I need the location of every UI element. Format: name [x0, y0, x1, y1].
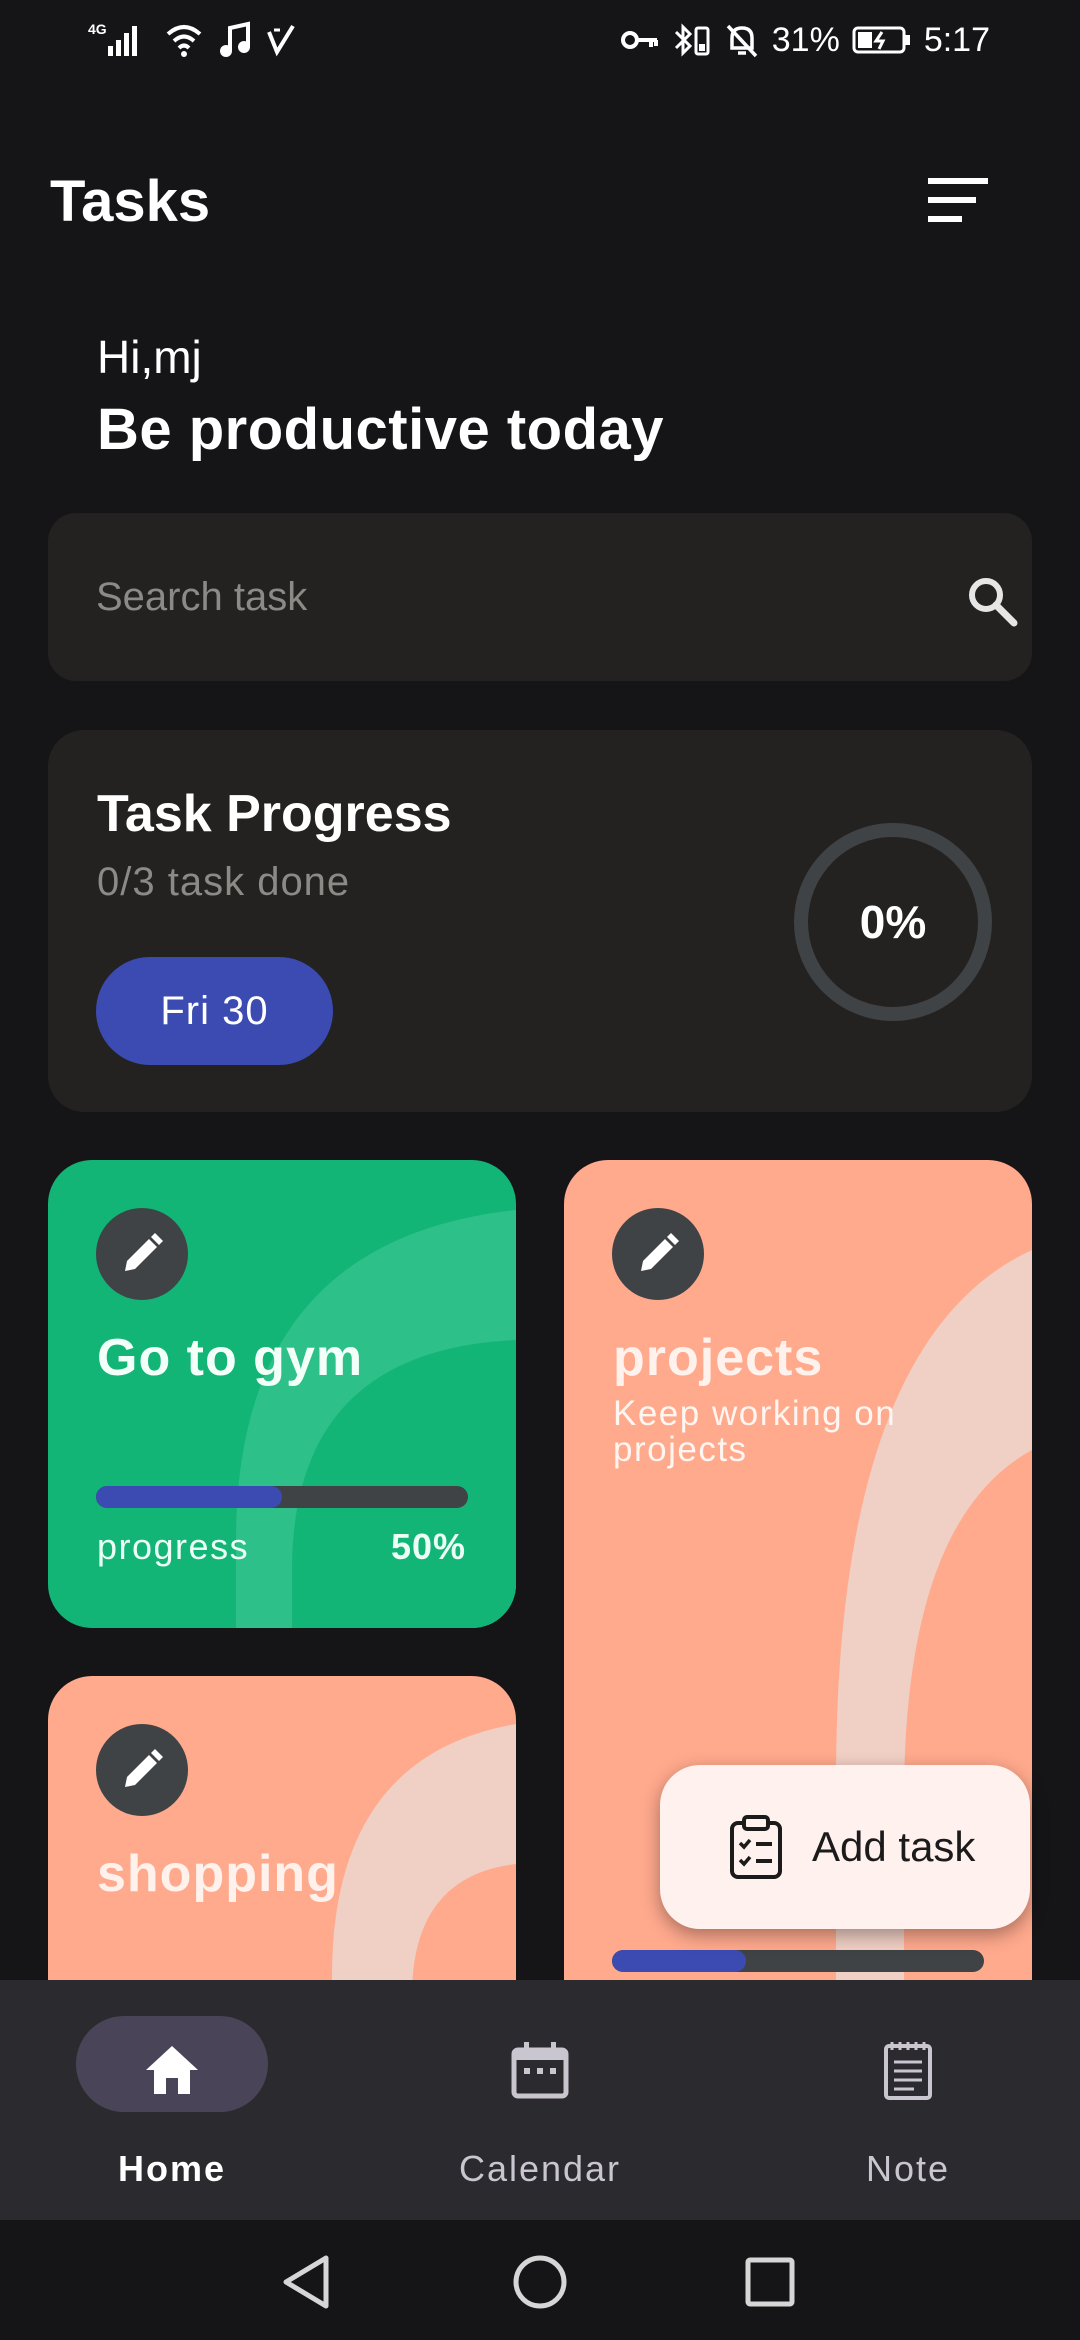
mute-bell-icon — [726, 24, 758, 58]
pencil-icon — [125, 1749, 163, 1787]
note-icon — [884, 2042, 932, 2100]
home-icon — [146, 2046, 198, 2094]
battery-charging-icon — [852, 26, 910, 54]
nav-label-calendar: Calendar — [458, 2148, 622, 2189]
task-progress-bar — [612, 1950, 984, 1972]
recents-icon[interactable] — [738, 2250, 802, 2314]
progress-label: progress — [97, 1526, 250, 1567]
system-navigation-bar — [0, 2220, 1080, 2340]
task-card-gym[interactable]: Go to gym progress 50% — [48, 1160, 516, 1628]
pencil-icon — [125, 1233, 163, 1271]
music-icon — [220, 21, 250, 57]
status-bar: 4G 31% 5:17 — [0, 0, 1080, 80]
nav-label-note: Note — [865, 2148, 951, 2189]
search-icon[interactable] — [960, 569, 1024, 633]
back-icon[interactable] — [276, 2250, 340, 2314]
progress-value: 50% — [390, 1526, 466, 1567]
add-task-button[interactable]: Add task — [660, 1765, 1030, 1929]
progress-percent: 0% — [859, 896, 927, 948]
bottom-navigation: Home Calendar Note — [0, 1980, 1080, 2220]
nav-item-note[interactable]: Note — [758, 1980, 1058, 2220]
nav-item-calendar[interactable]: Calendar — [390, 1980, 690, 2220]
sort-menu-icon — [928, 178, 988, 222]
clipboard-checklist-icon — [730, 1815, 782, 1879]
add-task-label: Add task — [812, 1823, 976, 1870]
search-input[interactable] — [96, 513, 896, 681]
headline-text: Be productive today — [97, 397, 665, 462]
bluetooth-battery-icon — [674, 23, 710, 57]
task-title: projects — [613, 1329, 824, 1387]
battery-percent: 31% — [771, 20, 840, 59]
pencil-icon — [641, 1233, 679, 1271]
greeting-text: Hi,mj — [97, 331, 202, 383]
search-bar[interactable] — [48, 513, 1032, 681]
clock: 5:17 — [923, 20, 990, 59]
status-left: 4G — [88, 20, 296, 60]
progress-title: Task Progress — [97, 785, 452, 843]
sort-menu-button[interactable] — [916, 168, 996, 232]
task-title: Go to gym — [97, 1329, 364, 1387]
task-progress-fill — [612, 1950, 746, 1972]
vpn-key-icon — [620, 31, 658, 49]
signal-icon: 4G — [88, 21, 137, 56]
app-notification-icon — [267, 24, 295, 57]
svg-text:4G: 4G — [88, 21, 107, 37]
task-progress-card: Task Progress 0/3 task done Fri 30 0% — [48, 730, 1032, 1112]
status-right: 31% 5:17 — [620, 20, 990, 60]
task-title: shopping — [97, 1845, 339, 1903]
wifi-icon — [166, 25, 202, 57]
date-chip[interactable]: Fri 30 — [96, 957, 333, 1065]
edit-task-button[interactable] — [96, 1724, 188, 1816]
task-progress-fill — [96, 1486, 282, 1508]
nav-item-home[interactable]: Home — [22, 1980, 322, 2220]
nav-label-home: Home — [117, 2148, 227, 2189]
progress-subtitle: 0/3 task done — [97, 860, 351, 904]
task-progress-bar — [96, 1486, 468, 1508]
task-description: Keep working on projects — [613, 1394, 897, 1469]
edit-task-button[interactable] — [96, 1208, 188, 1300]
edit-task-button[interactable] — [612, 1208, 704, 1300]
page-title: Tasks — [50, 169, 211, 234]
calendar-icon — [511, 2042, 569, 2099]
home-circle-icon[interactable] — [508, 2250, 572, 2314]
